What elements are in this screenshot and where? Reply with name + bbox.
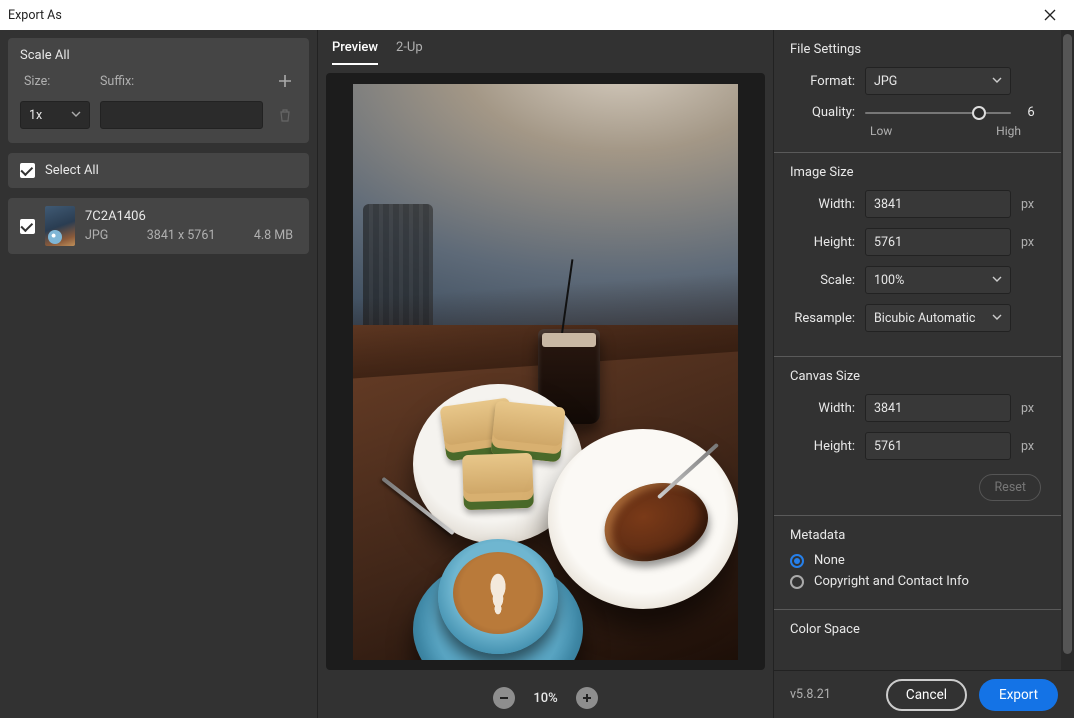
resample-label: Resample:	[790, 311, 855, 326]
right-pane: File Settings Format: JPG Quality:	[774, 30, 1074, 718]
window-title: Export As	[8, 8, 62, 23]
canvas-size-title: Canvas Size	[790, 369, 1041, 384]
image-width-label: Width:	[790, 197, 855, 212]
image-scale-label: Scale:	[790, 273, 855, 288]
canvas-height-input[interactable]: 5761	[865, 432, 1011, 460]
suffix-label: Suffix:	[100, 74, 263, 89]
asset-filesize: 4.8 MB	[254, 228, 293, 243]
metadata-section: Metadata None Copyright and Contact Info	[774, 516, 1061, 610]
quality-high-label: High	[996, 124, 1021, 138]
asset-checkbox[interactable]	[20, 219, 35, 234]
chevron-down-icon	[992, 74, 1002, 89]
image-size-section: Image Size Width: 3841 px Height: 5761 p…	[774, 153, 1061, 357]
image-height-value: 5761	[874, 235, 902, 250]
image-height-unit: px	[1021, 235, 1041, 250]
file-settings-section: File Settings Format: JPG Quality:	[774, 30, 1061, 153]
metadata-copyright-label: Copyright and Contact Info	[814, 574, 969, 589]
image-height-label: Height:	[790, 235, 855, 250]
metadata-none-label: None	[814, 553, 845, 568]
zoom-out-button[interactable]	[493, 687, 515, 709]
cancel-button[interactable]: Cancel	[886, 679, 967, 711]
select-all-label: Select All	[45, 163, 99, 178]
suffix-input[interactable]	[100, 101, 263, 129]
scale-all-panel: Scale All Size: Suffix: 1x	[8, 38, 309, 143]
image-scale-select[interactable]: 100%	[865, 266, 1011, 294]
canvas-height-value: 5761	[874, 439, 902, 454]
canvas-size-section: Canvas Size Width: 3841 px Height: 5761 …	[774, 357, 1061, 516]
image-width-input[interactable]: 3841	[865, 190, 1011, 218]
select-all-panel: Select All	[8, 153, 309, 188]
left-pane: Scale All Size: Suffix: 1x	[0, 30, 317, 718]
image-scale-value: 100%	[874, 273, 904, 288]
color-space-title: Color Space	[790, 622, 1041, 637]
format-select[interactable]: JPG	[865, 67, 1011, 95]
metadata-title: Metadata	[790, 528, 1041, 543]
scale-all-title: Scale All	[20, 48, 297, 63]
add-scale-icon[interactable]	[273, 69, 297, 93]
tab-2up[interactable]: 2-Up	[396, 40, 423, 65]
scrollbar-thumb[interactable]	[1063, 34, 1072, 654]
quality-low-label: Low	[870, 124, 892, 138]
canvas-height-unit: px	[1021, 439, 1041, 454]
quality-slider[interactable]	[865, 112, 1011, 114]
metadata-none-radio[interactable]	[790, 554, 804, 568]
asset-meta: 7C2A1406 JPG 3841 x 5761 4.8 MB	[85, 209, 297, 243]
color-space-section: Color Space	[774, 610, 1061, 661]
select-all-checkbox[interactable]	[20, 163, 35, 178]
preview-image	[353, 84, 738, 660]
zoom-bar: 10%	[318, 678, 773, 718]
resample-value: Bicubic Automatic	[874, 311, 975, 326]
canvas-width-input[interactable]: 3841	[865, 394, 1011, 422]
titlebar: Export As	[0, 0, 1074, 30]
asset-list: 7C2A1406 JPG 3841 x 5761 4.8 MB	[8, 198, 309, 254]
reset-button[interactable]: Reset	[979, 474, 1041, 501]
image-size-title: Image Size	[790, 165, 1041, 180]
asset-dimensions: 3841 x 5761	[147, 228, 216, 243]
scrollbar[interactable]	[1061, 30, 1074, 718]
footer: v5.8.21 Cancel Export	[774, 670, 1074, 718]
image-width-value: 3841	[874, 197, 902, 212]
tab-preview[interactable]: Preview	[332, 40, 378, 65]
close-icon[interactable]	[1030, 0, 1070, 30]
format-label: Format:	[790, 74, 855, 89]
export-button[interactable]: Export	[979, 679, 1058, 711]
version-label: v5.8.21	[790, 687, 831, 702]
file-settings-title: File Settings	[790, 42, 1041, 57]
center-pane: Preview 2-Up 10%	[317, 30, 774, 718]
size-select-value: 1x	[29, 108, 42, 123]
canvas-width-value: 3841	[874, 401, 902, 416]
asset-format: JPG	[85, 228, 108, 243]
zoom-level: 10%	[533, 691, 557, 706]
format-select-value: JPG	[874, 74, 897, 89]
size-label: Size:	[20, 74, 90, 89]
quality-value: 6	[1021, 105, 1041, 120]
zoom-in-button[interactable]	[576, 687, 598, 709]
canvas-height-label: Height:	[790, 439, 855, 454]
chevron-down-icon	[992, 273, 1002, 288]
size-select[interactable]: 1x	[20, 101, 90, 129]
preview-area[interactable]	[326, 73, 765, 670]
metadata-copyright-radio[interactable]	[790, 575, 804, 589]
asset-thumbnail	[45, 206, 75, 246]
canvas-width-label: Width:	[790, 401, 855, 416]
preview-tabs: Preview 2-Up	[318, 30, 773, 65]
asset-name: 7C2A1406	[85, 209, 297, 224]
quality-label: Quality:	[790, 105, 855, 120]
delete-scale-icon[interactable]	[273, 103, 297, 127]
asset-row[interactable]: 7C2A1406 JPG 3841 x 5761 4.8 MB	[8, 198, 309, 254]
image-width-unit: px	[1021, 197, 1041, 212]
quality-slider-thumb[interactable]	[972, 106, 986, 120]
canvas-width-unit: px	[1021, 401, 1041, 416]
resample-select[interactable]: Bicubic Automatic	[865, 304, 1011, 332]
chevron-down-icon	[992, 311, 1002, 326]
image-height-input[interactable]: 5761	[865, 228, 1011, 256]
chevron-down-icon	[71, 108, 81, 123]
